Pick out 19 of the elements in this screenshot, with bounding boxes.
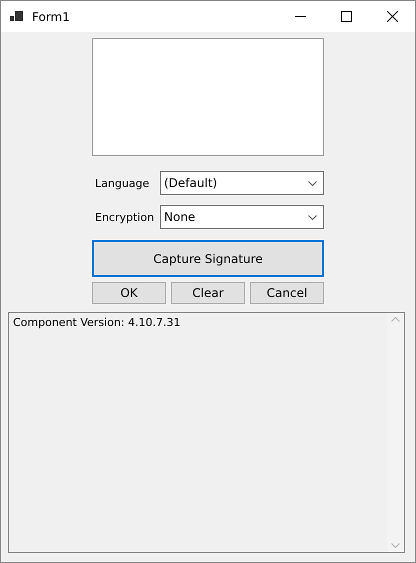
dialog-button[interactable]: OK — [92, 282, 166, 304]
log-line: Component Version: 4.10.7.31 — [13, 316, 182, 329]
dropdown[interactable]: (Default) — [160, 171, 324, 195]
dropdown[interactable]: None — [160, 205, 324, 229]
chevron-down-icon — [308, 180, 317, 186]
dialog-button[interactable]: Clear — [171, 282, 245, 304]
maximize-icon — [340, 11, 352, 22]
dialog-button[interactable]: Cancel — [250, 282, 324, 304]
close-icon — [386, 11, 398, 22]
window-title: Form1 — [32, 10, 70, 24]
field-label: Language — [94, 176, 150, 190]
chevron-down-icon — [308, 214, 317, 220]
capture-signature-button[interactable]: Capture Signature — [92, 240, 324, 277]
scroll-down-icon[interactable] — [391, 543, 400, 548]
minimize-icon — [294, 16, 306, 17]
app-icon — [10, 10, 24, 22]
scroll-up-icon[interactable] — [391, 317, 400, 322]
signature-pad[interactable] — [92, 38, 324, 156]
field-label: Encryption — [94, 210, 156, 224]
